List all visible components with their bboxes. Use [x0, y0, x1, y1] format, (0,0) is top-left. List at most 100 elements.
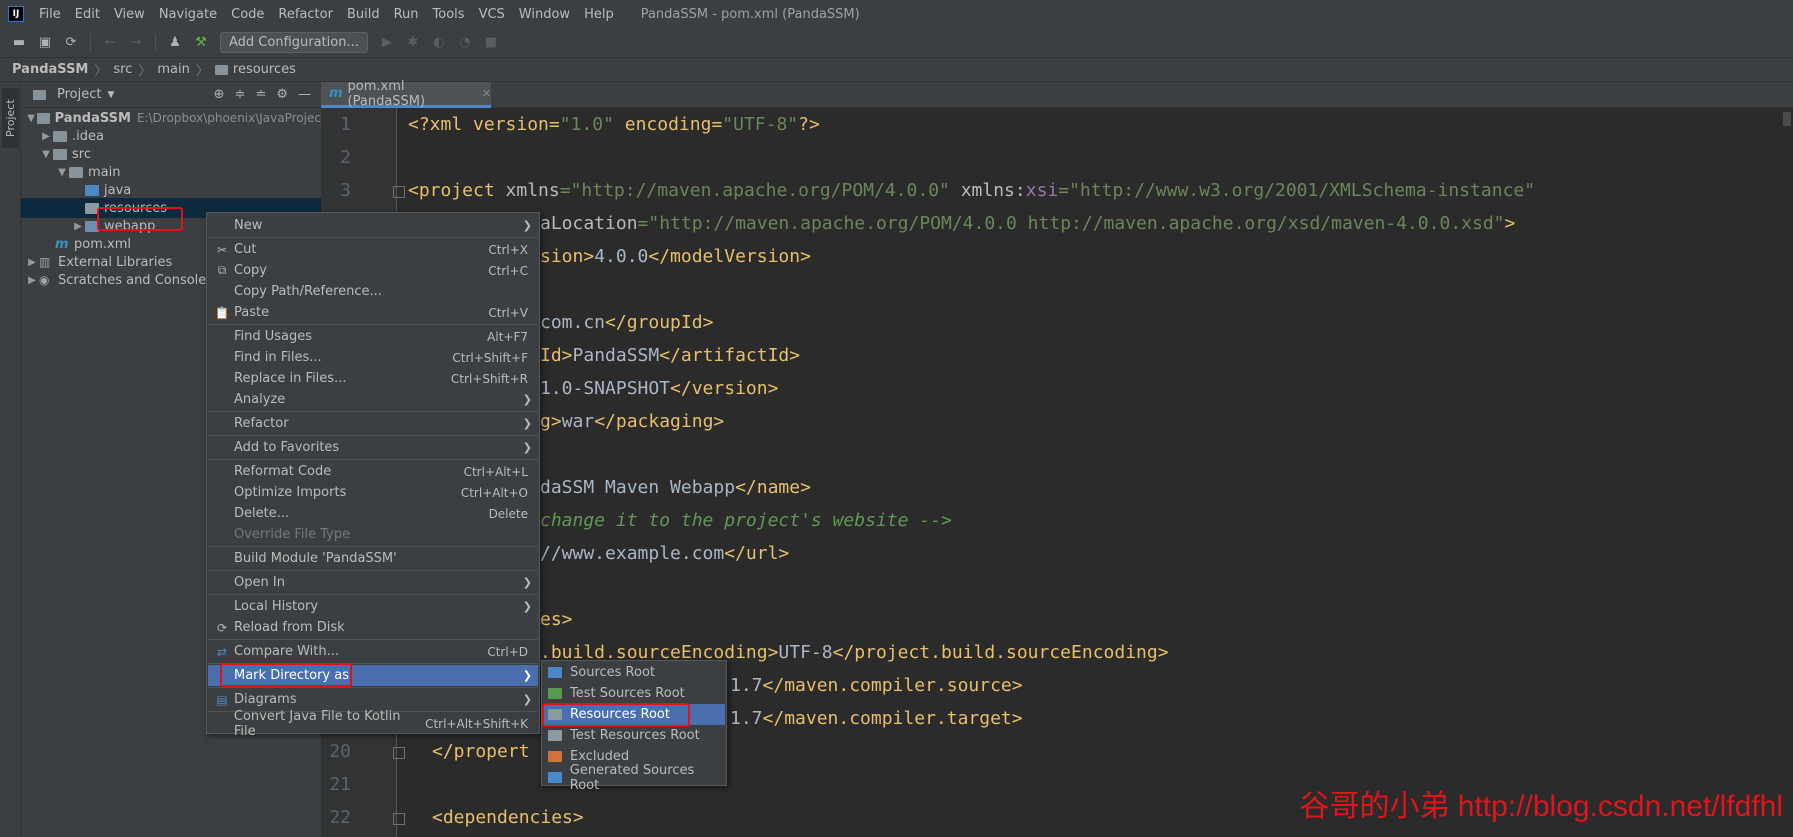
debug-icon[interactable]: ✱	[403, 33, 423, 53]
editor-scrollbar[interactable]	[1783, 112, 1791, 126]
menu-item-cut[interactable]: ✂ Cut Ctrl+X	[208, 239, 538, 260]
menu-item-convert-to-kotlin[interactable]: Convert Java File to Kotlin File Ctrl+Alt…	[208, 709, 538, 739]
chevron-right-icon: 〉	[195, 64, 209, 79]
expand-all-icon[interactable]: ≑	[235, 87, 246, 102]
close-icon[interactable]: ✕	[482, 87, 491, 100]
run-icon[interactable]: ▶	[377, 33, 397, 53]
menu-item-local-history[interactable]: Local History ❯	[208, 596, 538, 617]
menu-item-add-to-favorites[interactable]: Add to Favorites ❯	[208, 437, 538, 458]
chevron-right-icon[interactable]: ▶	[71, 221, 85, 232]
fold-marker-icon[interactable]	[393, 813, 405, 825]
menu-item-build-module[interactable]: Build Module 'PandaSSM'	[208, 548, 538, 569]
stop-icon[interactable]: ■	[481, 33, 501, 53]
coverage-icon[interactable]: ◐	[429, 33, 449, 53]
menu-separator	[208, 411, 538, 412]
breadcrumb-resources[interactable]: resources	[233, 62, 296, 77]
breadcrumb-main[interactable]: main	[157, 62, 189, 77]
menu-item-refactor[interactable]: Refactor ❯	[208, 413, 538, 434]
menu-code[interactable]: Code	[224, 7, 271, 22]
open-folder-icon[interactable]: ▬	[9, 33, 29, 53]
chevron-down-icon[interactable]: ▼	[107, 90, 114, 100]
menu-item-reload-from-disk[interactable]: ⟳ Reload from Disk	[208, 617, 538, 638]
menu-item-diagrams[interactable]: ▤ Diagrams ❯	[208, 689, 538, 710]
submenu-item-test-sources-root[interactable]: Test Sources Root	[543, 683, 725, 704]
tree-item-main[interactable]: ▼ main	[21, 162, 321, 182]
collapse-all-icon[interactable]: ≐	[255, 87, 266, 102]
chevron-down-icon[interactable]: ▼	[55, 167, 69, 178]
source-folder-icon	[85, 184, 99, 196]
submenu-item-test-resources-root[interactable]: Test Resources Root	[543, 725, 725, 746]
menu-view[interactable]: View	[107, 7, 152, 22]
folder-icon	[53, 148, 67, 160]
tree-item-idea[interactable]: ▶ .idea	[21, 126, 321, 146]
menu-item-optimize-imports[interactable]: Optimize Imports Ctrl+Alt+O	[208, 482, 538, 503]
add-configuration-button[interactable]: Add Configuration...	[220, 32, 368, 53]
menu-item-paste[interactable]: 📋 Paste Ctrl+V	[208, 302, 538, 323]
breadcrumb-src[interactable]: src	[113, 62, 132, 77]
profile-icon[interactable]: ◔	[455, 33, 475, 53]
menu-build[interactable]: Build	[340, 7, 387, 22]
menu-item-copy-path[interactable]: Copy Path/Reference...	[208, 281, 538, 302]
menu-navigate[interactable]: Navigate	[152, 7, 224, 22]
menu-item-copy[interactable]: ⧉ Copy Ctrl+C	[208, 260, 538, 281]
back-arrow-icon[interactable]: ←	[100, 33, 120, 53]
chevron-down-icon[interactable]: ▼	[25, 113, 37, 124]
menu-separator	[208, 435, 538, 436]
gear-icon[interactable]: ⚙	[276, 87, 288, 102]
menu-bar: IJ File Edit View Navigate Code Refactor…	[0, 0, 1793, 28]
sync-icon[interactable]: ⟳	[61, 33, 81, 53]
submenu-item-generated-sources-root[interactable]: Generated Sources Root	[543, 763, 725, 793]
hide-icon[interactable]: —	[298, 87, 311, 102]
menu-refactor[interactable]: Refactor	[271, 7, 340, 22]
menu-separator	[208, 639, 538, 640]
menu-item-reformat-code[interactable]: Reformat Code Ctrl+Alt+L	[208, 461, 538, 482]
tree-item-src[interactable]: ▼ src	[21, 144, 321, 164]
user-icon[interactable]: ♟	[165, 33, 185, 53]
breadcrumb-project[interactable]: PandaSSM	[12, 62, 88, 77]
test-sources-root-icon	[548, 688, 562, 699]
menu-item-delete[interactable]: Delete... Delete	[208, 503, 538, 524]
menu-item-find-in-files[interactable]: Find in Files... Ctrl+Shift+F	[208, 347, 538, 368]
menu-item-replace-in-files[interactable]: Replace in Files... Ctrl+Shift+R	[208, 368, 538, 389]
code-line-13: change it to the project's website -->	[540, 510, 952, 531]
chevron-right-icon[interactable]: ▶	[25, 275, 39, 286]
folder-icon	[53, 130, 67, 142]
tree-item-pandassm[interactable]: ▼ PandaSSM E:\Dropbox\phoenix\JavaProjec	[21, 108, 321, 128]
code-line-10: g>war</packaging>	[540, 411, 725, 432]
chevron-right-icon[interactable]: ▶	[25, 257, 39, 268]
menu-item-analyze[interactable]: Analyze ❯	[208, 389, 538, 410]
save-icon[interactable]: ▣	[35, 33, 55, 53]
menu-edit[interactable]: Edit	[68, 7, 107, 22]
fold-marker-icon[interactable]	[393, 747, 405, 759]
menu-window[interactable]: Window	[512, 7, 577, 22]
chevron-right-icon: ❯	[522, 576, 532, 589]
tree-item-label: Scratches and Consoles	[58, 272, 214, 288]
menu-file[interactable]: File	[32, 7, 68, 22]
tab-pom-xml[interactable]: m pom.xml (PandaSSM) ✕	[321, 79, 491, 109]
menu-separator	[208, 594, 538, 595]
maven-file-icon: m	[55, 236, 69, 252]
project-tool-tab[interactable]: Project	[2, 88, 19, 148]
chevron-down-icon[interactable]: ▼	[39, 149, 53, 160]
annotation-box-resources-root	[542, 703, 690, 727]
code-line-19: 1.7</maven.compiler.target>	[730, 708, 1023, 729]
code-line-12: daSSM Maven Webapp</name>	[540, 477, 811, 498]
tree-item-java[interactable]: java	[21, 180, 321, 200]
menu-item-find-usages[interactable]: Find Usages Alt+F7	[208, 326, 538, 347]
menu-run[interactable]: Run	[387, 7, 426, 22]
chevron-right-icon[interactable]: ▶	[39, 131, 53, 142]
main-toolbar: ▬ ▣ ⟳ ← → ♟ ⚒ Add Configuration... ▶ ✱ ◐…	[0, 28, 1793, 58]
menu-item-new[interactable]: New ❯	[208, 215, 538, 236]
forward-arrow-icon[interactable]: →	[126, 33, 146, 53]
menu-item-open-in[interactable]: Open In ❯	[208, 572, 538, 593]
fold-marker-icon[interactable]	[393, 186, 405, 198]
build-hammer-icon[interactable]: ⚒	[191, 33, 211, 53]
menu-help[interactable]: Help	[577, 7, 621, 22]
menu-item-compare-with[interactable]: ⇄ Compare With... Ctrl+D	[208, 641, 538, 662]
submenu-item-sources-root[interactable]: Sources Root	[543, 662, 725, 683]
menu-separator	[208, 324, 538, 325]
locate-icon[interactable]: ⊕	[214, 87, 225, 102]
project-panel-title[interactable]: Project	[57, 87, 101, 102]
menu-tools[interactable]: Tools	[426, 7, 472, 22]
menu-vcs[interactable]: VCS	[472, 7, 512, 22]
